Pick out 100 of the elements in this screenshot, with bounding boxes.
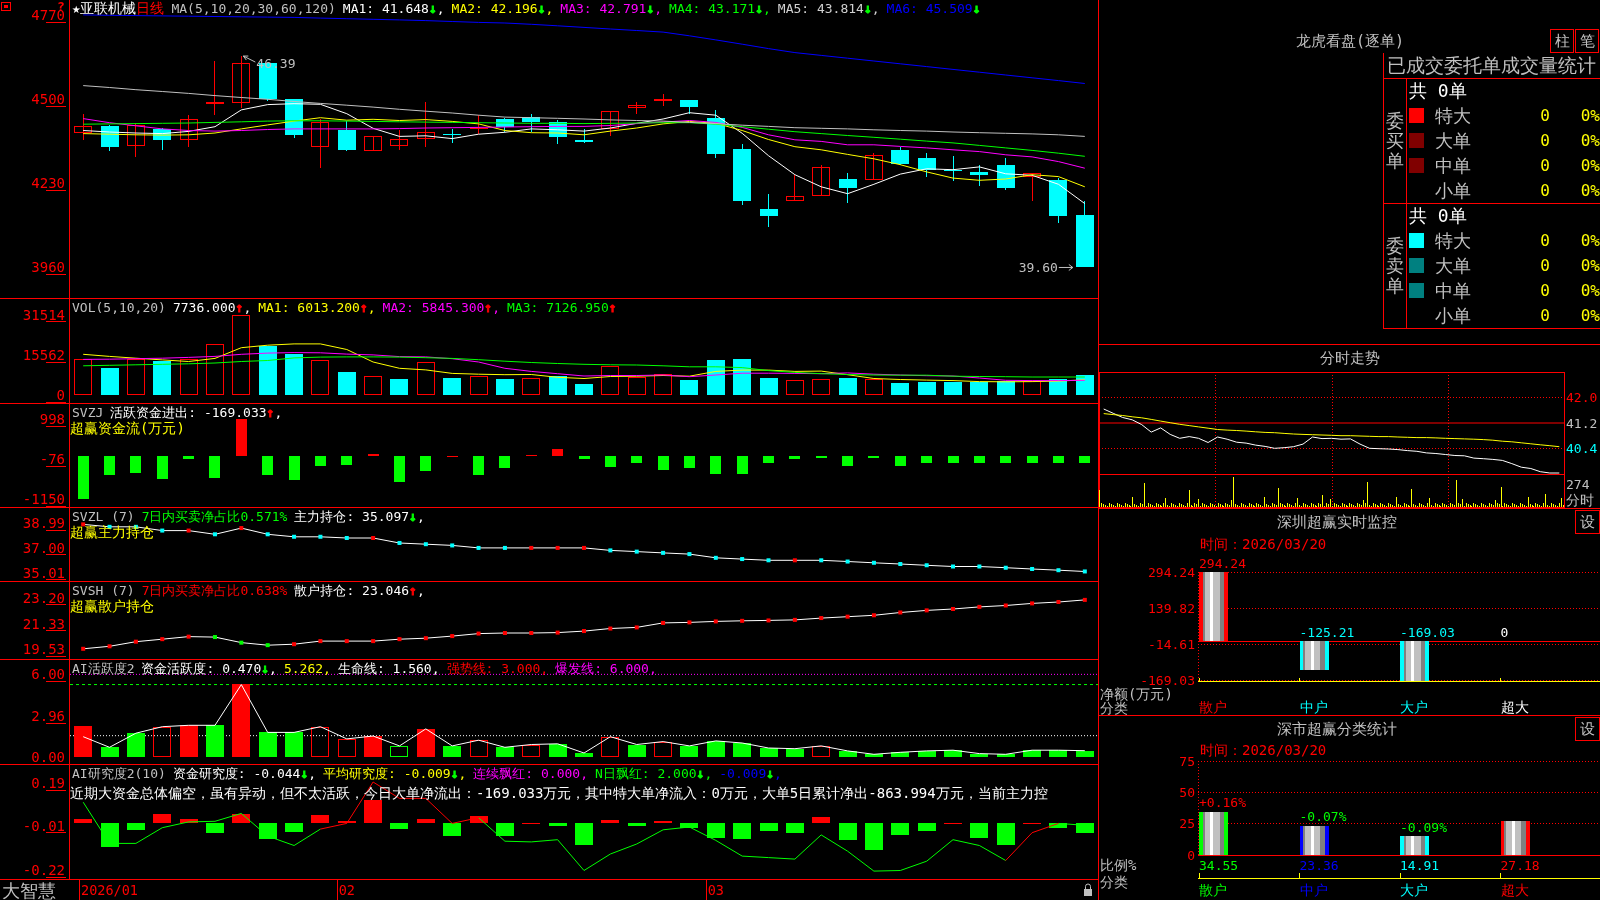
volume-bar [390,378,409,396]
legend-value: 生命线: 1.560, [337,661,440,676]
activity-bar [100,747,119,758]
point [133,639,138,644]
order-size-label: 小单 [1435,303,1471,328]
settings-button[interactable]: 设 [1575,510,1600,534]
order-count: 0 [1540,106,1550,125]
lock-icon[interactable] [1084,883,1092,896]
order-count: 0 [1540,131,1550,150]
candlestick [759,193,778,228]
fund-flow-bar [710,456,722,474]
research-bar [126,823,145,830]
net-amount-bar [1199,572,1228,642]
fund-flow-bar [367,453,379,457]
volume-bar [1049,379,1068,396]
order-size-label: 中单 [1435,278,1471,303]
volume-bar [153,360,172,396]
axis-label: 40.4 [1566,441,1598,457]
trend-arrow: ↓, [428,1,445,16]
indicator-name: SVZJ [72,405,104,420]
fund-flow-bar [104,456,116,475]
axis-label: -14.61 [1148,637,1195,653]
activity-bar [759,748,778,758]
point [1003,603,1008,608]
fund-flow-bar [973,456,985,463]
axis-label: -0.22 [22,862,65,879]
window-icon[interactable] [1,2,11,11]
trend-arrow: ↑, [484,300,500,315]
order-count: 0 [1540,231,1550,250]
candlestick [469,114,488,135]
category-label: 超大 [1500,699,1529,715]
candlestick [733,143,752,206]
legend-value: 散户持仓: 23.046 [294,583,410,598]
volume-bar [74,359,93,396]
trend-arrow: ↓, [755,1,771,16]
point [740,618,745,623]
settings-button[interactable]: 设 [1575,717,1600,741]
axis-label: 294.24 [1148,564,1195,580]
point [924,563,929,568]
research-bar [153,813,172,824]
research-bar [1049,823,1068,829]
indicator-name: AI活跃度2 [72,661,135,676]
category-label: 中户 [1299,699,1328,715]
candlestick [944,155,963,182]
point [344,535,349,540]
category-label: 大户 [1400,882,1428,898]
activity-bar [785,748,804,758]
activity-bar [970,753,989,758]
point [502,545,507,550]
research-bar [337,820,356,824]
fund-flow-bar [552,448,564,457]
legend-value: MA3: 42.791 [560,1,647,16]
indicator-title: 超赢资金流(万元) [70,420,185,436]
order-size-label: 大单 [1435,128,1471,153]
axis-label: 15562 [22,347,65,364]
activity-bar [390,745,409,758]
point [160,637,165,642]
fund-flow-bar [156,456,168,479]
chart-mode-button[interactable]: 柱 [1550,29,1574,53]
low-price-label: 39.60 [1018,260,1074,275]
volume-bar [443,377,462,396]
trend-arrow: ↓, [450,766,467,781]
share-bar [1400,836,1429,855]
axis-title: 净额(万元) [1100,686,1173,702]
candlestick [179,114,198,148]
point [265,532,270,537]
activity-bar [706,740,725,758]
point [871,613,876,618]
value-label: 14.91 [1400,857,1440,873]
category-label: 散户 [1199,699,1227,715]
activity-bar [469,740,488,758]
activity-bar [812,745,831,758]
activity-bar [733,743,752,758]
research-bar [1075,823,1094,833]
point [186,634,191,639]
legend-value: 爆发线: 6.000, [555,661,657,676]
date-axis-label: 2026/01 [81,882,138,898]
indicator-name: VOL(5,10,20) [72,300,166,315]
point [792,617,797,622]
axis-label: 4230 [31,175,65,192]
point [423,636,428,641]
trend-arrow: ↓, [409,509,425,524]
research-bar [917,823,936,832]
candlestick [680,99,699,115]
volume-bar [337,372,356,396]
point [634,625,639,630]
legend-value: -0.009 [719,766,767,781]
activity-bar [864,754,883,758]
legend-value: 7日内买卖净占比0.571% [141,509,288,524]
candlestick [364,135,383,152]
stock-name: ★亚联机械 [72,1,137,16]
volume-bar [575,383,593,396]
point [924,608,929,613]
chart-mode-button[interactable]: 笔 [1575,29,1599,53]
order-share: 0% [1580,231,1600,250]
volume-bar [100,368,119,396]
legend-value: MA3: 7126.950 [507,300,609,315]
axis-label: 4500 [31,91,65,108]
point [423,542,428,547]
legend-value: MA1: 41.648 [342,1,429,16]
